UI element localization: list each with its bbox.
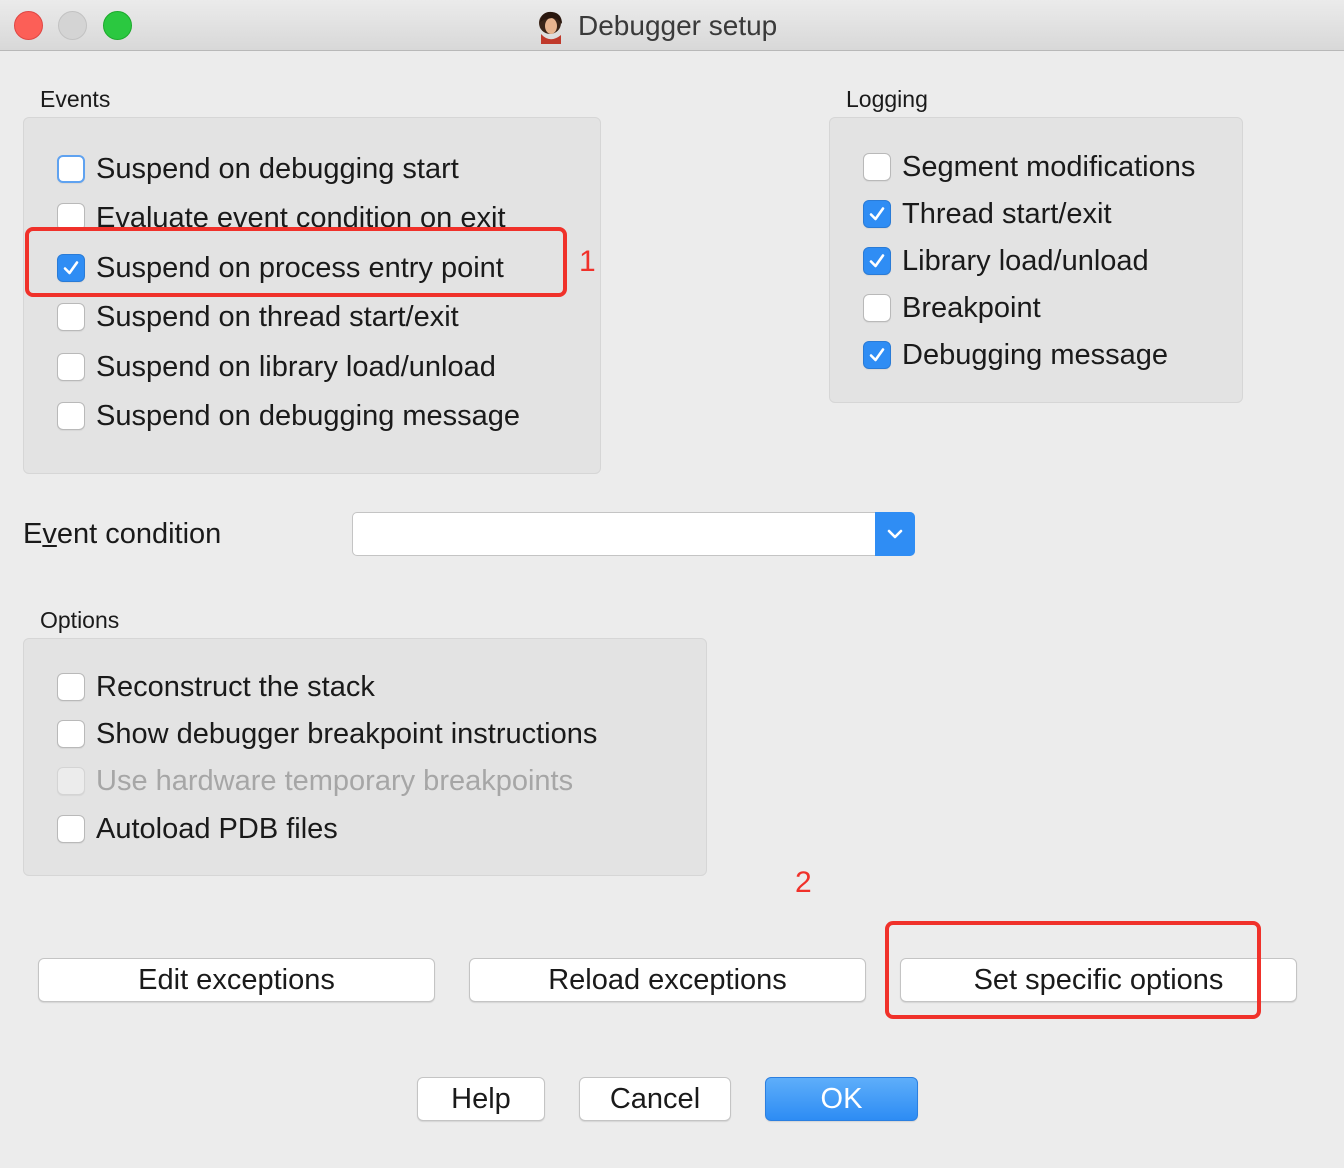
options-group-label: Options xyxy=(40,607,120,633)
help-button[interactable]: Help xyxy=(417,1077,545,1121)
events-item-suspend-debugging-message[interactable]: Suspend on debugging message xyxy=(57,396,520,436)
events-item-suspend-debugging-start[interactable]: Suspend on debugging start xyxy=(57,149,459,189)
window-title: Debugger setup xyxy=(578,10,778,41)
options-item-autoload-pdb[interactable]: Autoload PDB files xyxy=(57,809,338,849)
checkbox[interactable] xyxy=(57,353,85,381)
event-condition-label: Event condition xyxy=(23,518,222,550)
checkmark-icon xyxy=(869,254,885,268)
logging-group-label: Logging xyxy=(846,86,928,112)
checkbox-disabled xyxy=(57,767,85,795)
options-item-show-breakpoint-instructions[interactable]: Show debugger breakpoint instructions xyxy=(57,714,597,754)
events-group-label: Events xyxy=(40,86,111,112)
checkbox-label: Use hardware temporary breakpoints xyxy=(96,765,574,797)
checkbox[interactable] xyxy=(57,203,85,228)
checkbox-label: Suspend on thread start/exit xyxy=(96,301,459,333)
app-icon xyxy=(539,11,562,44)
annotation-highlight-box xyxy=(25,227,567,297)
checkbox[interactable] xyxy=(57,673,85,701)
options-item-reconstruct-stack[interactable]: Reconstruct the stack xyxy=(57,667,375,707)
checkbox[interactable] xyxy=(57,720,85,748)
checkbox[interactable] xyxy=(863,153,891,181)
event-condition-combobox[interactable] xyxy=(352,512,915,556)
maximize-window-button[interactable] xyxy=(103,11,132,40)
logging-item-library-load-unload[interactable]: Library load/unload xyxy=(863,241,1149,281)
checkbox-label: Reconstruct the stack xyxy=(96,671,375,703)
logging-item-debugging-message[interactable]: Debugging message xyxy=(863,335,1168,375)
cancel-button[interactable]: Cancel xyxy=(579,1077,731,1121)
options-item-hardware-temporary-breakpoints: Use hardware temporary breakpoints xyxy=(57,761,573,801)
annotation-number: 2 xyxy=(795,866,812,899)
checkbox-label: Autoload PDB files xyxy=(96,813,338,845)
title-bar: Debugger setup xyxy=(0,0,1344,51)
checkbox-label: Evaluate event condition on exit xyxy=(96,202,506,228)
logging-item-segment-modifications[interactable]: Segment modifications xyxy=(863,147,1195,187)
ok-button[interactable]: OK xyxy=(765,1077,918,1121)
event-condition-dropdown-button[interactable] xyxy=(875,512,915,556)
events-item-evaluate-condition-on-exit[interactable]: Evaluate event condition on exit xyxy=(57,198,506,228)
checkbox-checked[interactable] xyxy=(863,341,891,369)
checkbox[interactable] xyxy=(57,815,85,843)
events-item-suspend-thread-start-exit[interactable]: Suspend on thread start/exit xyxy=(57,297,459,337)
checkbox-label: Thread start/exit xyxy=(902,198,1112,230)
checkbox-label: Breakpoint xyxy=(902,292,1041,324)
edit-exceptions-button[interactable]: Edit exceptions xyxy=(38,958,435,1002)
annotation-number: 1 xyxy=(579,245,596,278)
minimize-window-button[interactable] xyxy=(58,11,87,40)
checkmark-icon xyxy=(869,207,885,221)
checkmark-icon xyxy=(869,348,885,362)
checkbox-label: Library load/unload xyxy=(902,245,1149,277)
checkbox[interactable] xyxy=(57,155,85,183)
checkbox-checked[interactable] xyxy=(863,247,891,275)
checkbox-label: Segment modifications xyxy=(902,151,1196,183)
checkbox-label: Suspend on debugging message xyxy=(96,400,521,432)
checkbox[interactable] xyxy=(57,402,85,430)
chevron-down-icon xyxy=(887,529,903,539)
checkbox-label: Suspend on debugging start xyxy=(96,153,459,185)
checkbox-checked[interactable] xyxy=(863,200,891,228)
logging-item-breakpoint[interactable]: Breakpoint xyxy=(863,288,1041,328)
checkbox-label: Suspend on library load/unload xyxy=(96,351,496,383)
checkbox[interactable] xyxy=(57,303,85,331)
events-item-suspend-library-load-unload[interactable]: Suspend on library load/unload xyxy=(57,347,496,387)
annotation-highlight-box xyxy=(885,921,1261,1019)
reload-exceptions-button[interactable]: Reload exceptions xyxy=(469,958,866,1002)
checkbox[interactable] xyxy=(863,294,891,322)
logging-item-thread-start-exit[interactable]: Thread start/exit xyxy=(863,194,1112,234)
checkbox-label: Debugging message xyxy=(902,339,1169,371)
close-window-button[interactable] xyxy=(14,11,43,40)
checkbox-label: Show debugger breakpoint instructions xyxy=(96,718,598,750)
